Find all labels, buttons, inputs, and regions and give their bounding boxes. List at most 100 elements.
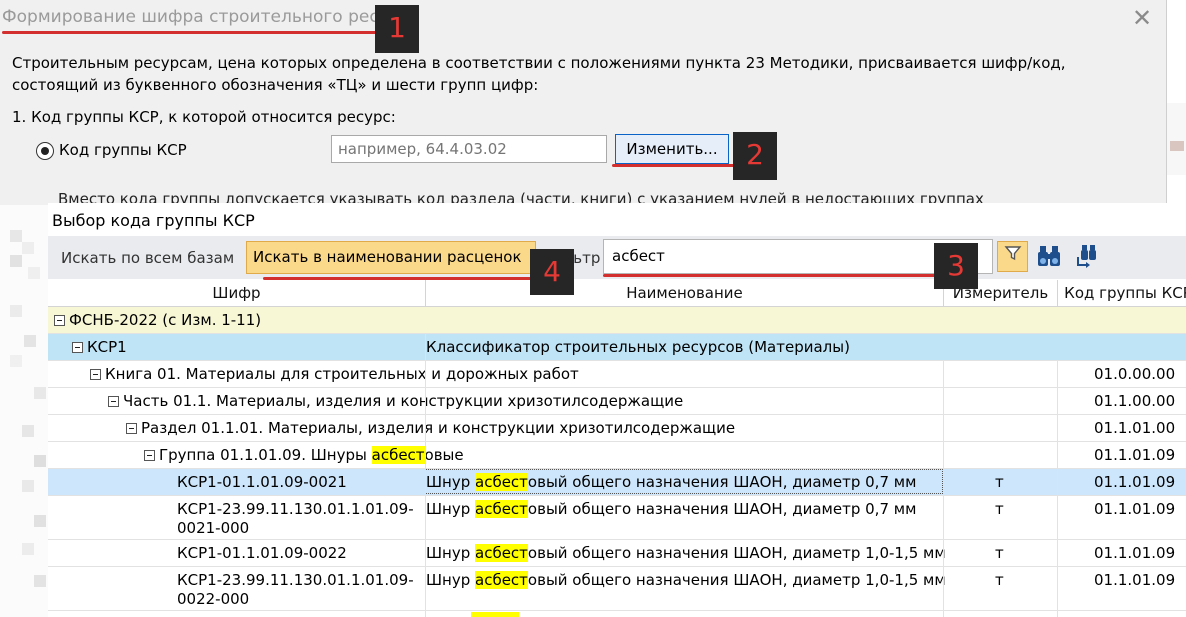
red-underline-2 bbox=[612, 164, 737, 167]
column-gridline bbox=[425, 334, 426, 617]
pixel-block bbox=[34, 575, 46, 587]
table-row[interactable]: КСР1-23.99.11.130.01.1.01.09- 0021-000 Шн… bbox=[48, 496, 1186, 540]
funnel-icon-glyph bbox=[1003, 246, 1022, 261]
pixel-block bbox=[22, 543, 34, 555]
row-name-text: Шнур bbox=[426, 473, 476, 491]
column-gridline bbox=[943, 361, 944, 617]
window-title: Выбор кода группы КСР bbox=[52, 211, 255, 230]
pixel-block bbox=[22, 242, 34, 254]
row-group-code: 01.1.01.09 bbox=[1094, 500, 1176, 518]
close-icon[interactable]: ✕ bbox=[1128, 4, 1156, 32]
row-group-code: 01.1.01.09 bbox=[1094, 571, 1176, 589]
search-toolbar: Искать по всем базам Искать в наименован… bbox=[48, 236, 1186, 279]
pixel-block bbox=[10, 305, 22, 317]
collapse-icon[interactable] bbox=[90, 369, 101, 380]
row-group-code: 01.1.01.09 bbox=[1094, 446, 1176, 464]
pixel-block bbox=[10, 230, 22, 242]
table-row[interactable]: КСР1-23.99.11.130.01.1.01.09- 0022-000 Шн… bbox=[48, 567, 1186, 611]
pixel-block bbox=[34, 387, 46, 399]
group-code-radio[interactable] bbox=[36, 142, 54, 160]
pixel-block bbox=[10, 355, 22, 367]
pixel-block bbox=[22, 480, 34, 492]
collapse-icon[interactable] bbox=[108, 396, 119, 407]
row-code-text: 0021-000 bbox=[177, 519, 250, 537]
column-header-code[interactable]: Шифр bbox=[48, 284, 425, 302]
row-name-text: овый общего назначения ШАОН, диаметр 1,0… bbox=[527, 571, 946, 589]
pixel-block bbox=[28, 267, 40, 279]
row-unit: т bbox=[995, 544, 1004, 562]
binoculars-arrow-icon[interactable] bbox=[1072, 243, 1098, 271]
row-code: КСР1 bbox=[87, 338, 127, 356]
row-group-code: 01.0.00.00 bbox=[1094, 365, 1176, 383]
search-highlight: асбест bbox=[475, 473, 528, 491]
background-dialog: Формирование шифра строительного ресурса… bbox=[0, 0, 1167, 210]
row-code: Часть 01.1. Материалы, изделия и констру… bbox=[123, 392, 684, 410]
table-header: Шифр Наименование Измеритель Код группы … bbox=[48, 280, 1186, 307]
pixelated-area bbox=[0, 205, 50, 617]
table-row[interactable]: Часть 01.1. Материалы, изделия и констру… bbox=[48, 388, 1186, 415]
column-gridline bbox=[1057, 361, 1058, 617]
table-row[interactable]: Группа 01.1.01.09. Шнуры асбестовые 01.1… bbox=[48, 442, 1186, 469]
column-header-name[interactable]: Наименование bbox=[426, 284, 943, 302]
row-code: Раздел 01.1.01. Материалы, изделия и кон… bbox=[141, 419, 736, 437]
collapse-icon[interactable] bbox=[144, 450, 155, 461]
row-name-text: овый общего назначения ШАОН, диаметр 0,7… bbox=[527, 473, 917, 491]
pixel-block bbox=[24, 335, 36, 347]
dialog-description: Строительным ресурсам, цена которых опре… bbox=[12, 54, 1066, 94]
row-code-text: Группа 01.1.01.09. Шнуры bbox=[159, 446, 372, 464]
pixel-block bbox=[34, 455, 46, 467]
collapse-icon[interactable] bbox=[126, 423, 137, 434]
annotation-badge-4: 4 bbox=[530, 249, 574, 295]
dialog-title: Формирование шифра строительного ресурса bbox=[2, 7, 420, 27]
annotation-badge-3: 3 bbox=[934, 243, 978, 289]
row-name: Шнур асбестовый общего назначения ШАОН, … bbox=[426, 544, 946, 563]
column-header-group-code[interactable]: Код группы КСР bbox=[1058, 284, 1186, 302]
pixel-block bbox=[10, 255, 22, 267]
binoculars-icon[interactable] bbox=[1037, 243, 1061, 269]
row-name-text: Шнур bbox=[426, 544, 476, 562]
search-highlight: асбест bbox=[475, 500, 528, 518]
row-code-text: КСР1-23.99.11.130.01.1.01.09- bbox=[177, 571, 414, 589]
group-code-picker-window: Выбор кода группы КСР Искать по всем баз… bbox=[48, 203, 1186, 617]
annotation-badge-2: 2 bbox=[733, 132, 777, 180]
group-code-radio-label[interactable]: Код группы КСР bbox=[59, 141, 187, 159]
row-name-text: Шнур bbox=[426, 571, 476, 589]
row-group-code: 01.1.00.00 bbox=[1094, 392, 1176, 410]
row-code: Книга 01. Материалы для строительных и д… bbox=[105, 365, 579, 383]
row-name: Шнур асбестовый общего назначения ШАОН, … bbox=[426, 500, 916, 519]
row-unit: т bbox=[995, 571, 1004, 589]
row-unit: т bbox=[995, 473, 1004, 491]
filter-input[interactable]: асбест bbox=[612, 247, 665, 265]
red-underline-1 bbox=[2, 31, 385, 34]
red-underline-4 bbox=[263, 277, 553, 280]
table-row[interactable]: ФСНБ-2022 (с Изм. 1-11) bbox=[48, 307, 1186, 334]
change-button[interactable]: Изменить... bbox=[615, 134, 729, 164]
row-code-text: 0022-000 bbox=[177, 590, 250, 608]
table-row[interactable]: Раздел 01.1.01. Материалы, изделия и кон… bbox=[48, 415, 1186, 442]
table-row[interactable]: Книга 01. Материалы для строительных и д… bbox=[48, 361, 1186, 388]
collapse-icon[interactable] bbox=[72, 342, 83, 353]
search-in-names-toggle[interactable]: Искать в наименовании расценок bbox=[246, 241, 536, 274]
search-highlight-partial bbox=[471, 612, 519, 617]
table-row[interactable]: КСР1 Классификатор строительных ресурсов… bbox=[48, 334, 1186, 361]
row-name-text: овый общего назначения ШАОН, диаметр 1,0… bbox=[527, 544, 946, 562]
row-unit: т bbox=[995, 500, 1004, 518]
row-code: КСР1-01.1.01.09-0022 bbox=[177, 544, 347, 562]
row-name: Шнур асбестовый общего назначения ШАОН, … bbox=[426, 571, 946, 590]
collapse-icon[interactable] bbox=[54, 315, 65, 326]
row-code: КСР1-01.1.01.09-0021 bbox=[177, 473, 347, 491]
row-code: КСР1-23.99.11.130.01.1.01.09- 0022-000 bbox=[177, 571, 414, 609]
search-all-bases-button[interactable]: Искать по всем базам bbox=[61, 249, 234, 267]
dialog-titlebar: Формирование шифра строительного ресурса… bbox=[0, 0, 1166, 38]
funnel-icon[interactable] bbox=[997, 241, 1028, 272]
row-name: Шнур асбестовый общего назначения ШАОН, … bbox=[426, 473, 916, 492]
row-code-text: КСР1-23.99.11.130.01.1.01.09- bbox=[177, 500, 414, 518]
table-row-selected[interactable]: КСР1-01.1.01.09-0021 Шнур асбестовый общ… bbox=[48, 469, 1186, 496]
table-row[interactable]: КСР1-01.1.01.09-0022 Шнур асбестовый общ… bbox=[48, 540, 1186, 567]
annotation-badge-1: 1 bbox=[375, 5, 419, 53]
group-code-input[interactable] bbox=[331, 135, 607, 163]
search-highlight: асбест bbox=[475, 544, 528, 562]
row-code-text: овые bbox=[424, 446, 464, 464]
binoculars-arrow-icon-glyph bbox=[1077, 245, 1096, 268]
row-group-code: 01.1.01.09 bbox=[1094, 473, 1176, 491]
